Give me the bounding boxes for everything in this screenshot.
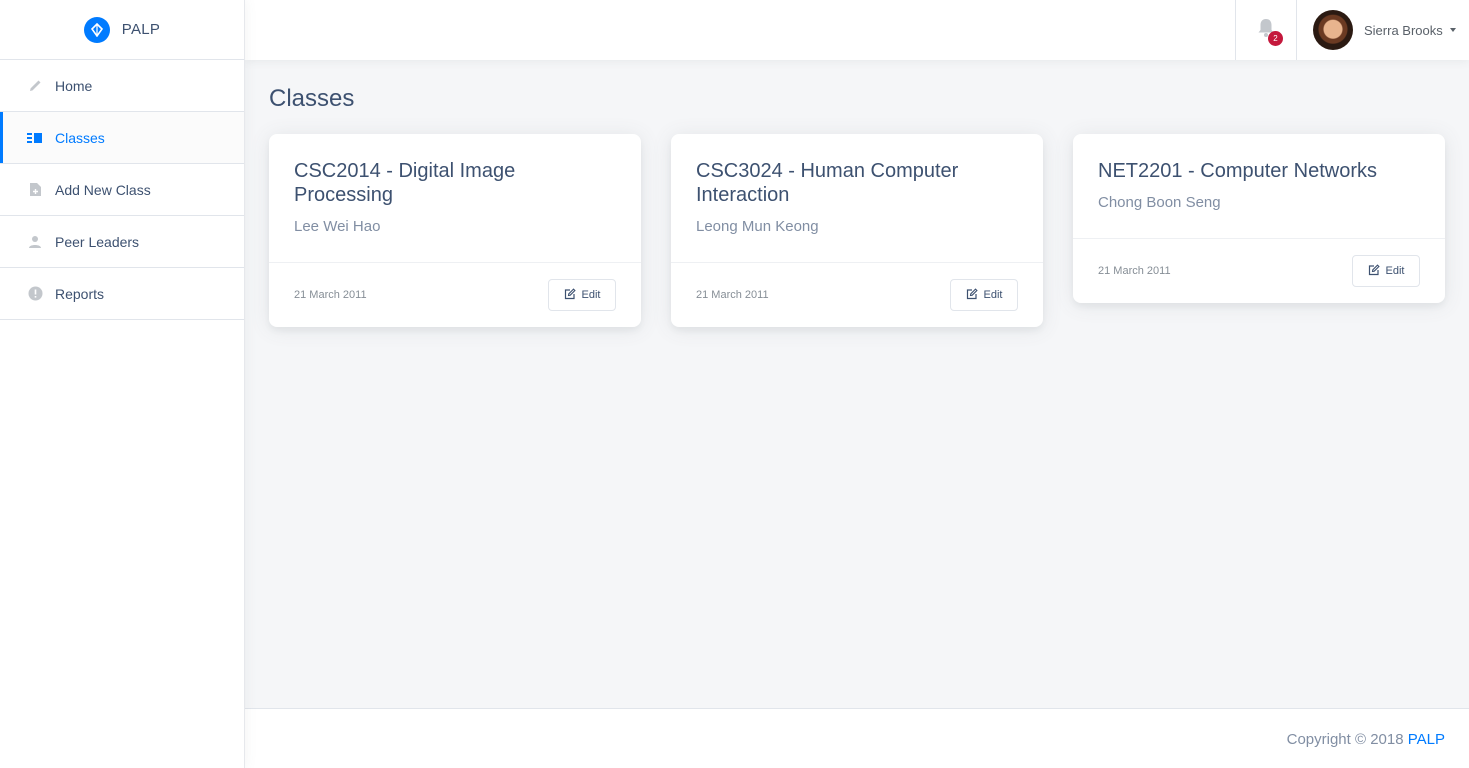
sidebar-item-label: Home [55,77,93,94]
sidebar-item-home[interactable]: Home [0,60,244,112]
pencil-icon [27,78,43,94]
copyright-text: Copyright © 2018 [1286,731,1404,748]
class-instructor: Chong Boon Seng [1098,194,1221,211]
edit-icon [1368,263,1380,279]
sidebar-item-reports[interactable]: Reports [0,268,244,320]
card-footer: 21 March 2011 Edit [269,263,641,327]
card-footer: 21 March 2011 Edit [671,263,1043,327]
error-icon [27,286,43,302]
sidebar: PALP Home Classes Add New Class Peer Lea… [0,0,245,768]
edit-label: Edit [581,289,601,301]
class-title: NET2201 - Computer Networks [1098,160,1377,182]
class-title: CSC2014 - Digital Image Processing [294,160,516,206]
class-instructor: Leong Mun Keong [696,218,819,235]
edit-label: Edit [983,289,1003,301]
page-footer: Copyright © 2018 PALP [245,708,1469,768]
class-date: 21 March 2011 [696,289,769,301]
sidebar-item-peer-leaders[interactable]: Peer Leaders [0,216,244,268]
sidebar-item-classes[interactable]: Classes [0,112,244,164]
class-card: CSC2014 - Digital Image Processing Lee W… [269,134,641,327]
edit-button[interactable]: Edit [1352,255,1420,287]
edit-button[interactable]: Edit [950,279,1018,311]
notifications-button[interactable]: 2 [1235,0,1297,60]
note-add-icon [27,182,43,198]
notification-count-badge: 2 [1268,31,1283,46]
top-navbar: 2 Sierra Brooks [245,0,1469,60]
view-list-icon [27,130,43,146]
class-card: NET2201 - Computer Networks Chong Boon S… [1073,134,1445,303]
diamond-logo-icon [83,16,110,43]
class-instructor: Lee Wei Hao [294,218,381,235]
sidebar-item-label: Add New Class [55,181,151,198]
edit-icon [966,287,978,303]
card-body: CSC3024 - Human Computer Interaction Leo… [671,134,1043,263]
class-date: 21 March 2011 [294,289,367,301]
page-title: Classes [269,85,355,112]
card-body: CSC2014 - Digital Image Processing Lee W… [269,134,641,263]
footer-brand-link[interactable]: PALP [1408,731,1445,748]
edit-label: Edit [1385,265,1405,277]
avatar [1313,10,1353,50]
person-icon [27,234,43,250]
class-date: 21 March 2011 [1098,265,1171,277]
copyright: Copyright © 2018 PALP [1287,731,1445,748]
brand[interactable]: PALP [0,0,244,60]
sidebar-item-label: Reports [55,285,105,302]
edit-icon [564,287,576,303]
class-card: CSC3024 - Human Computer Interaction Leo… [671,134,1043,327]
card-body: NET2201 - Computer Networks Chong Boon S… [1073,134,1445,239]
user-menu[interactable]: Sierra Brooks [1313,0,1456,60]
card-footer: 21 March 2011 Edit [1073,239,1445,303]
user-name: Sierra Brooks [1364,22,1443,38]
edit-button[interactable]: Edit [548,279,616,311]
sidebar-item-label: Peer Leaders [55,233,140,250]
chevron-down-icon [1449,28,1456,32]
class-title: CSC3024 - Human Computer Interaction [696,160,959,206]
sidebar-item-label: Classes [55,129,105,146]
sidebar-item-add-new-class[interactable]: Add New Class [0,164,244,216]
brand-name: PALP [121,21,161,38]
